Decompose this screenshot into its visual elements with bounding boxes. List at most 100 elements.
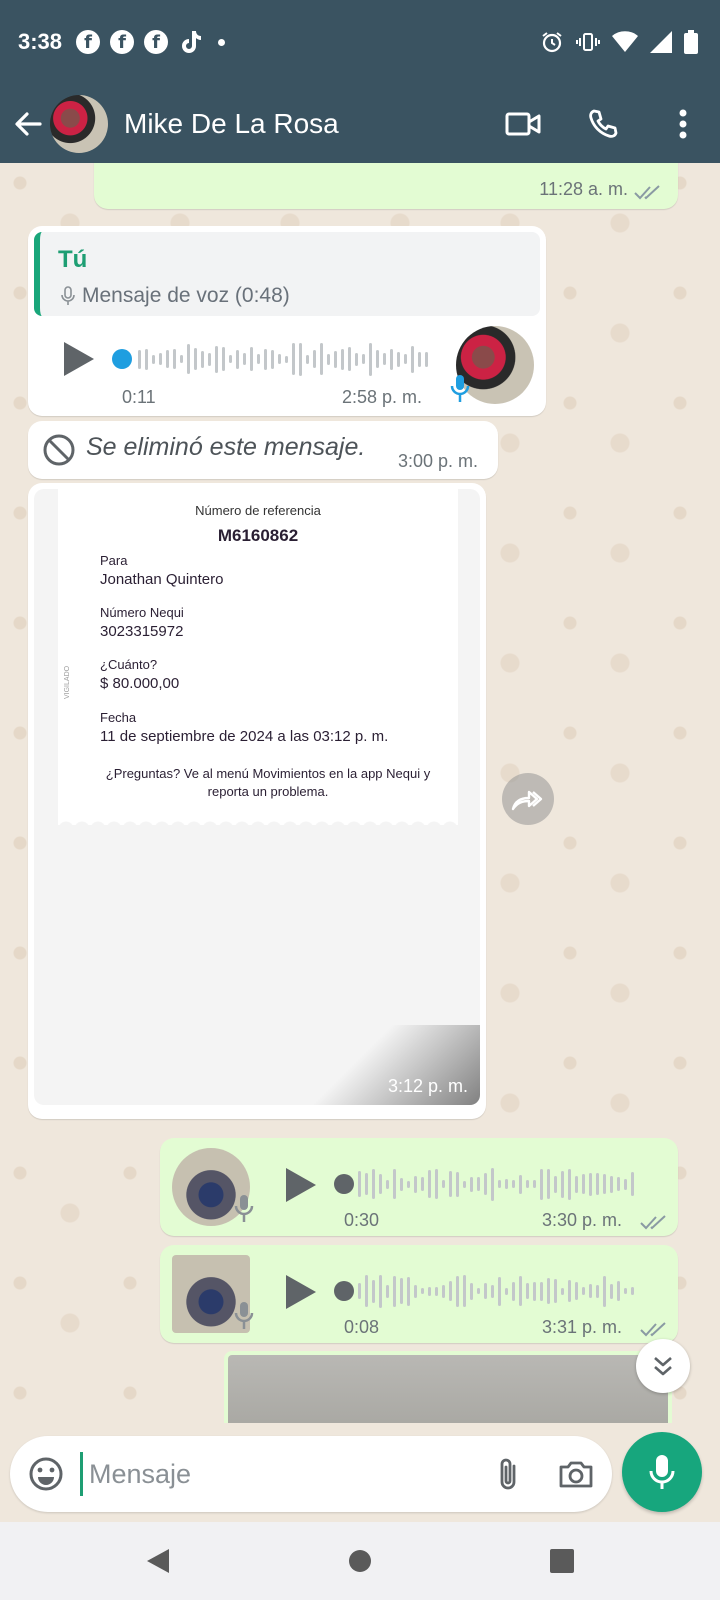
seek-handle[interactable] (334, 1281, 354, 1301)
waveform-bar (400, 1177, 403, 1191)
scroll-to-bottom-button[interactable] (636, 1339, 690, 1393)
waveform-bar (425, 351, 428, 367)
waveform-bar (271, 349, 274, 369)
mic-icon (234, 1302, 254, 1329)
nav-recents-icon[interactable] (549, 1548, 575, 1574)
seek-handle[interactable] (112, 349, 132, 369)
waveform-bar (327, 353, 330, 365)
video-call-button[interactable] (504, 105, 542, 143)
waveform-bar (362, 354, 365, 364)
waveform-bar (386, 1284, 389, 1298)
voice-call-button[interactable] (584, 105, 622, 143)
nav-back-icon[interactable] (145, 1547, 171, 1575)
waveform-bar (463, 1180, 466, 1188)
voice-waveform[interactable] (358, 1273, 634, 1309)
system-nav-bar (0, 1522, 720, 1600)
waveform-bar (498, 1180, 501, 1188)
voice-waveform[interactable] (138, 341, 428, 377)
facebook-icon: f (144, 30, 169, 54)
waveform-bar (470, 1176, 473, 1192)
waveform-bar (505, 1287, 508, 1295)
waveform-bar (477, 1177, 480, 1191)
waveform-bar (365, 1173, 368, 1195)
nav-home-icon[interactable] (347, 1548, 373, 1574)
waveform-bar (145, 348, 148, 370)
waveform-bar (404, 354, 407, 364)
waveform-bar (617, 1281, 620, 1301)
waveform-bar (414, 1175, 417, 1193)
chevron-double-down-icon (654, 1357, 672, 1376)
play-icon[interactable] (284, 1166, 318, 1204)
waveform-bar (589, 1284, 592, 1298)
contact-avatar[interactable] (50, 94, 108, 153)
seek-handle[interactable] (334, 1174, 354, 1194)
waveform-bar (603, 1174, 606, 1194)
waveform-bar (582, 1174, 585, 1194)
waveform-bar (411, 345, 414, 373)
waveform-bar (369, 342, 372, 376)
incoming-voice-message[interactable]: Tú Mensaje de voz (0:48) 0:11 2:58 p. m. (28, 226, 546, 416)
deleted-message[interactable]: Se eliminó este mensaje. 3:00 p. m. (28, 421, 498, 479)
battery-icon (684, 30, 698, 54)
waveform-bar (505, 1179, 508, 1189)
status-bar: 3:38 f f f (0, 0, 720, 84)
voice-waveform[interactable] (358, 1166, 634, 1202)
image-preview[interactable]: Número de referencia M6160862 Para Jonat… (34, 489, 480, 1105)
forward-button[interactable] (502, 773, 554, 825)
waveform-bar (442, 1180, 445, 1188)
more-notifications-dot-icon (218, 38, 226, 46)
quoted-reply[interactable]: Tú Mensaje de voz (0:48) (34, 232, 540, 316)
message-time: 3:00 p. m. (398, 451, 479, 471)
record-voice-button[interactable] (622, 1432, 702, 1512)
read-ticks-icon (640, 1322, 666, 1337)
waveform-bar (435, 1169, 438, 1199)
back-arrow-icon[interactable] (12, 108, 44, 140)
waveform-bar (519, 1174, 522, 1194)
outgoing-image-message[interactable] (224, 1351, 672, 1423)
waveform-bar (383, 353, 386, 365)
outgoing-voice-message[interactable]: 0:08 3:31 p. m. (160, 1245, 678, 1343)
waveform-bar (208, 352, 211, 366)
receipt-ref-label: Número de referencia (195, 503, 321, 518)
voice-duration: 0:08 (344, 1317, 380, 1337)
message-input[interactable] (80, 1452, 460, 1496)
more-options-button[interactable] (664, 105, 702, 143)
waveform-bar (348, 347, 351, 371)
waveform-bar (491, 1284, 494, 1298)
waveform-bar (320, 343, 323, 375)
waveform-bar (575, 1175, 578, 1193)
waveform-bar (428, 1170, 431, 1198)
waveform-bar (554, 1279, 557, 1303)
waveform-bar (355, 352, 358, 366)
mic-icon (649, 1455, 675, 1489)
waveform-bar (236, 349, 239, 369)
waveform-bar (526, 1180, 529, 1188)
waveform-bar (498, 1276, 501, 1306)
system-status-icons (540, 30, 698, 54)
tiktok-icon (182, 31, 202, 53)
attach-icon[interactable] (488, 1454, 528, 1494)
waveform-bar (414, 1284, 417, 1298)
receipt-ref: M6160862 (217, 526, 299, 545)
outgoing-message[interactable]: 11:28 a. m. (94, 163, 678, 209)
outgoing-voice-message[interactable]: 0:30 3:30 p. m. (160, 1138, 678, 1236)
chat-area[interactable]: 11:28 a. m. Tú Mensaje de voz (0:48) 0:1… (0, 163, 720, 1423)
waveform-bar (379, 1274, 382, 1308)
incoming-image-message[interactable]: Número de referencia M6160862 Para Jonat… (28, 483, 486, 1119)
camera-icon[interactable] (556, 1454, 596, 1494)
message-time: 3:30 p. m. (542, 1210, 623, 1230)
receipt-nequi: 3023315972 (100, 623, 184, 640)
alarm-icon (542, 32, 562, 53)
nequi-receipt: Número de referencia M6160862 Para Jonat… (58, 489, 458, 825)
waveform-bar (306, 354, 309, 364)
waveform-bar (390, 348, 393, 370)
play-icon[interactable] (284, 1273, 318, 1311)
waveform-bar (589, 1172, 592, 1196)
mic-icon (61, 286, 75, 305)
waveform-bar (152, 354, 155, 364)
contact-name[interactable]: Mike De La Rosa (124, 108, 462, 140)
waveform-bar (610, 1283, 613, 1299)
waveform-bar (582, 1287, 585, 1295)
play-icon[interactable] (62, 340, 96, 378)
emoji-icon[interactable] (26, 1454, 66, 1494)
